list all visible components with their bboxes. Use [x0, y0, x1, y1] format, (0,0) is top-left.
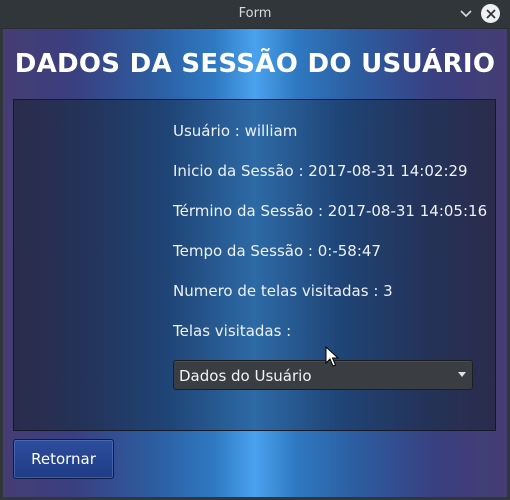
dropdown-selected-value: Dados do Usuário	[179, 367, 312, 385]
form-body: DADOS DA SESSÃO DO USUÁRIO Usuário : wil…	[3, 29, 507, 497]
mouse-cursor-icon	[325, 346, 339, 367]
session-duration-label: Tempo da Sessão : 0:-58:47	[173, 242, 381, 260]
page-title: DADOS DA SESSÃO DO USUÁRIO	[14, 49, 496, 79]
title-bar[interactable]: Form	[0, 0, 510, 29]
window-title: Form	[238, 6, 272, 21]
session-panel: Usuário : william Inicio da Sessão : 201…	[13, 99, 496, 431]
session-start-label: Inicio da Sessão : 2017-08-31 14:02:29	[173, 162, 468, 180]
screen-count-label: Numero de telas visitadas : 3	[173, 282, 393, 300]
close-icon[interactable]	[481, 4, 500, 23]
return-button[interactable]: Retornar	[13, 439, 114, 479]
user-label: Usuário : william	[173, 122, 298, 140]
form-window: Form DADOS DA SESSÃO DO USUÁRIO Usuário …	[0, 0, 510, 500]
session-end-label: Término da Sessão : 2017-08-31 14:05:16	[173, 202, 488, 220]
chevron-down-icon[interactable]	[458, 6, 474, 22]
visited-screens-label: Telas visitadas :	[173, 322, 292, 340]
visited-screens-dropdown[interactable]: Dados do Usuário	[173, 360, 473, 390]
dropdown-arrow-icon[interactable]	[458, 372, 466, 377]
